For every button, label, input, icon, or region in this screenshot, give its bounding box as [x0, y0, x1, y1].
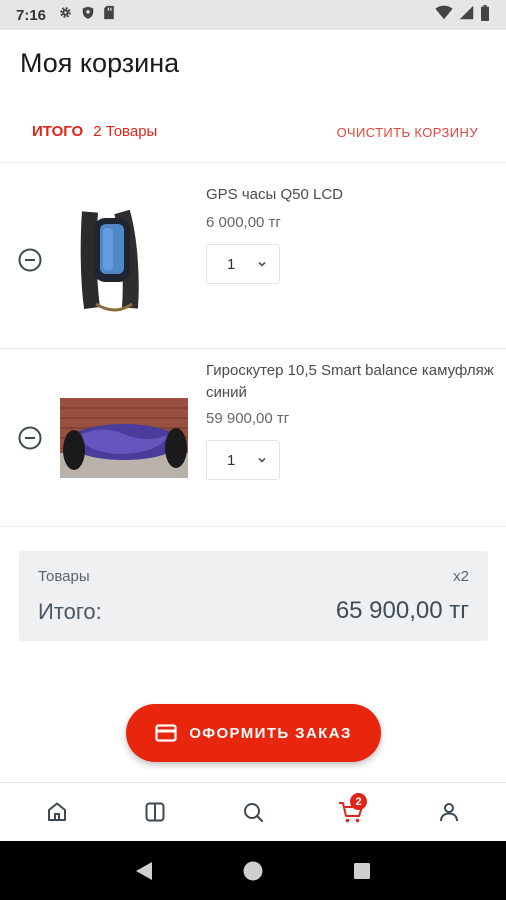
nav-cart[interactable]: 2: [331, 792, 371, 832]
nav-search[interactable]: [233, 792, 273, 832]
signal-icon: [459, 5, 474, 25]
totals-goods-count: x2: [453, 568, 469, 585]
wifi-icon: [435, 5, 453, 25]
status-left-icons: [58, 5, 115, 25]
divider: [0, 162, 506, 163]
nav-profile[interactable]: [429, 792, 469, 832]
quantity-value: 1: [227, 255, 236, 273]
cart-screen: 7:16 Моя корзина ИТОГО 2 Товары ОЧИСТИТЬ…: [0, 0, 506, 900]
divider: [0, 348, 506, 349]
home-icon: [48, 802, 66, 821]
chevron-down-icon: [258, 457, 266, 463]
checkout-button[interactable]: ОФОРМИТЬ ЗАКАЗ: [126, 704, 381, 762]
clear-cart-button[interactable]: ОЧИСТИТЬ КОРЗИНУ: [337, 125, 478, 140]
totals-goods-label: Товары: [38, 568, 90, 585]
minus-circle-icon: [18, 248, 42, 272]
shield-icon: [81, 5, 95, 25]
quantity-value: 1: [227, 451, 236, 469]
status-time: 7:16: [16, 6, 47, 24]
summary-total-label: ИТОГО: [32, 123, 84, 140]
back-triangle-icon: [136, 861, 153, 880]
status-right-icons: [435, 4, 490, 26]
remove-item-button[interactable]: [18, 248, 42, 272]
cart-item: Гироскутер 10,5 Smart balance камуфляж с…: [0, 350, 506, 525]
settings-gear-icon: [58, 5, 73, 25]
back-button[interactable]: [129, 856, 159, 886]
quantity-select[interactable]: 1: [206, 440, 280, 480]
product-image-gps-watch[interactable]: [60, 200, 188, 318]
recents-button[interactable]: [347, 856, 377, 886]
search-icon: [244, 803, 264, 823]
status-bar: 7:16: [0, 0, 506, 30]
order-totals: Товары x2 Итого: 65 900,00 тг: [19, 551, 488, 641]
catalog-icon: [145, 802, 165, 822]
page-title: Моя корзина: [20, 48, 180, 78]
chevron-down-icon: [258, 261, 266, 267]
totals-value: 65 900,00 тг: [335, 597, 469, 624]
recents-square-icon: [353, 862, 370, 879]
quantity-select[interactable]: 1: [206, 244, 280, 284]
item-price: 59 900,00 тг: [206, 410, 290, 427]
cart-count-badge: 2: [350, 793, 367, 810]
remove-item-button[interactable]: [18, 426, 42, 450]
item-name[interactable]: Гироскутер 10,5 Smart balance камуфляж с…: [206, 360, 496, 404]
nav-catalog[interactable]: [135, 792, 175, 832]
item-price: 6 000,00 тг: [206, 214, 281, 231]
home-system-button[interactable]: [238, 856, 268, 886]
system-nav-bar: [0, 841, 506, 900]
minus-circle-icon: [18, 426, 42, 450]
checkout-label: ОФОРМИТЬ ЗАКАЗ: [189, 724, 352, 742]
battery-icon: [480, 4, 490, 26]
profile-icon: [440, 803, 458, 822]
totals-label: Итого:: [38, 599, 102, 624]
cart-item: GPS часы Q50 LCD 6 000,00 тг 1: [0, 172, 506, 347]
cart-summary: ИТОГО 2 Товары: [32, 123, 157, 140]
home-circle-icon: [243, 861, 263, 880]
divider: [0, 526, 506, 527]
bottom-nav: 2: [0, 782, 506, 841]
credit-card-icon: [155, 724, 177, 742]
sd-card-icon: [103, 5, 115, 25]
summary-items-count: 2 Товары: [93, 123, 158, 140]
nav-home[interactable]: [37, 792, 77, 832]
item-name[interactable]: GPS часы Q50 LCD: [206, 184, 496, 206]
product-image-hoverboard[interactable]: [60, 398, 188, 478]
